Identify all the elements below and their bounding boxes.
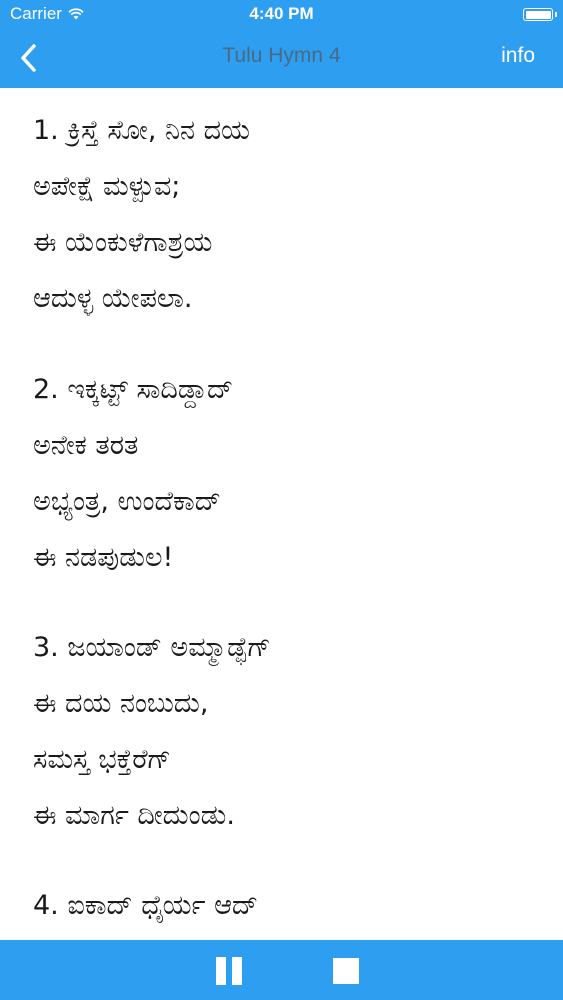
hymn-line: ಈ ದಯ ನಂಬುದು, (33, 688, 209, 719)
pause-icon (216, 957, 226, 985)
header: Carrier 4:40 PM Tulu Hymn 4 info (0, 0, 563, 88)
status-time: 4:40 PM (249, 4, 314, 23)
hymn-line: ಈ ಯೆಂಕುಳೆಗಾಶ್ರಯ (33, 227, 213, 258)
hymn-line: ಅಪೇಕ್ಷೆ ಮಳ್ಪುವ; (33, 171, 181, 202)
hymn-line: ಈ ಮಾರ್ಗ ದೀದುಂಡು. (33, 800, 235, 831)
stanza-1: 1. ಕ್ರಿಸ್ತೆ ಸೋ, ನಿನ ದಯ ಅಪೇಕ್ಷೆ ಮಳ್ಪುವ; ಈ… (33, 103, 250, 327)
hymn-line: ಅಭ್ಯಂತ್ರ, ಉಂದೆಕಾದ್ (33, 486, 221, 517)
battery-icon (523, 8, 557, 21)
hymn-line: 3. ಜಯಾಂಡ್ ಅಮ್ಮಾಡ್ಫೆಗ್ (33, 632, 271, 663)
page-title: Tulu Hymn 4 (222, 44, 341, 67)
stanza-3: 3. ಜಯಾಂಡ್ ಅಮ್ಮಾಡ್ಫೆಗ್ ಈ ದಯ ನಂಬುದು, ಸಮಸ್ತ… (33, 620, 271, 844)
pause-button[interactable] (214, 957, 244, 985)
back-button[interactable] (8, 38, 48, 78)
stanza-2: 2. ಇಕ್ಕಟ್ಟ್ ಸಾದಿಡ್ದಾದ್ ಅನೇಕ ತರತ ಅಭ್ಯಂತ್ರ… (33, 362, 233, 586)
info-button[interactable]: info (501, 44, 535, 68)
battery-fill (525, 10, 551, 19)
status-bar: Carrier 4:40 PM (0, 0, 563, 30)
pause-icon-bar (232, 957, 242, 985)
hymn-content[interactable]: 1. ಕ್ರಿಸ್ತೆ ಸೋ, ನಿನ ದಯ ಅಪೇಕ್ಷೆ ಮಳ್ಪುವ; ಈ… (0, 88, 563, 940)
stop-button[interactable] (333, 958, 359, 984)
nav-bar: Tulu Hymn 4 info (0, 30, 563, 86)
hymn-line: 2. ಇಕ್ಕಟ್ಟ್ ಸಾದಿಡ್ದಾದ್ (33, 374, 234, 405)
hymn-line: ಅನೇಕ ತರತ (33, 430, 139, 461)
chevron-left-icon (21, 44, 36, 72)
hymn-line: ಈ ನಡಪುಡುಲ! (33, 542, 174, 573)
hymn-line: 4. ಐಕಾದ್ ಧೈರ್ಯ ಆದ್ (33, 890, 259, 921)
hymn-line: ಆದುಳ್ಳ ಯೇಪಲಾ. (33, 283, 193, 314)
hymn-line: ಸಮಸ್ತ ಭಕ್ತೆರೆಗ್ (33, 744, 171, 775)
playback-toolbar (0, 940, 563, 1000)
hymn-line: 1. ಕ್ರಿಸ್ತೆ ಸೋ, ನಿನ ದಯ (33, 115, 250, 146)
stanza-4: 4. ಐಕಾದ್ ಧೈರ್ಯ ಆದ್ (33, 878, 258, 934)
